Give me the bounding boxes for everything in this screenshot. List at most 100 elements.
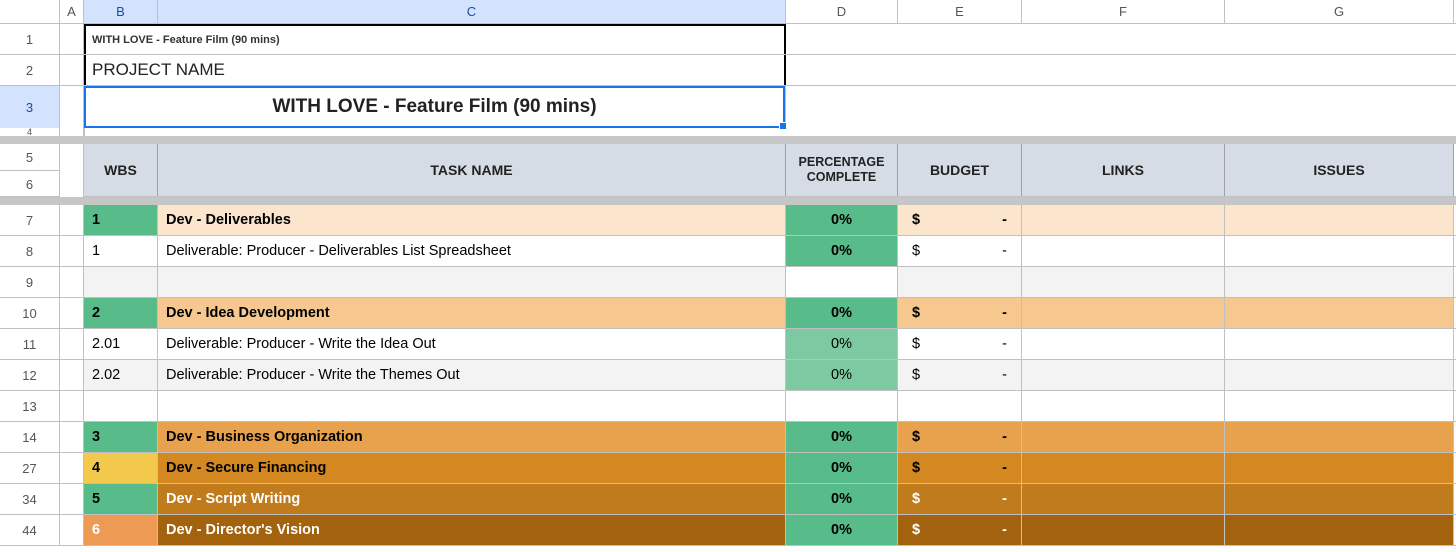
cell-wbs-13[interactable] — [84, 391, 158, 421]
cell-budget-10[interactable]: $- — [898, 298, 1022, 328]
cell-a10[interactable] — [60, 298, 84, 328]
selection-handle[interactable] — [779, 122, 787, 130]
cell-issues-27[interactable] — [1225, 453, 1454, 483]
cell-a56[interactable] — [60, 144, 84, 197]
row-header-14[interactable]: 14 — [0, 422, 60, 452]
cell-task-8[interactable]: Deliverable: Producer - Deliverables Lis… — [158, 236, 786, 266]
column-header-g[interactable]: G — [1225, 0, 1454, 23]
cell-task-44[interactable]: Dev - Director's Vision — [158, 515, 786, 545]
active-cell[interactable]: WITH LOVE - Feature Film (90 mins) — [84, 86, 785, 128]
cells-d-g-2[interactable] — [786, 55, 1456, 85]
cell-pct-11[interactable]: 0% — [786, 329, 898, 359]
row-header-11[interactable]: 11 — [0, 329, 60, 359]
cell-links-7[interactable] — [1022, 205, 1225, 235]
cell-a14[interactable] — [60, 422, 84, 452]
cell-a13[interactable] — [60, 391, 84, 421]
cell-issues-9[interactable] — [1225, 267, 1454, 297]
row-header-4[interactable]: 4 — [0, 128, 60, 136]
cell-pct-14[interactable]: 0% — [786, 422, 898, 452]
cell-wbs-34[interactable]: 5 — [84, 484, 158, 514]
cell-budget-14[interactable]: $- — [898, 422, 1022, 452]
cell-bc1[interactable]: WITH LOVE - Feature Film (90 mins) — [84, 24, 786, 54]
cell-issues-44[interactable] — [1225, 515, 1454, 545]
cell-task-14[interactable]: Dev - Business Organization — [158, 422, 786, 452]
cell-issues-13[interactable] — [1225, 391, 1454, 421]
select-all-corner[interactable] — [0, 0, 60, 23]
cell-pct-9[interactable] — [786, 267, 898, 297]
cell-a9[interactable] — [60, 267, 84, 297]
cell-issues-10[interactable] — [1225, 298, 1454, 328]
cell-issues-8[interactable] — [1225, 236, 1454, 266]
cell-wbs-8[interactable]: 1 — [84, 236, 158, 266]
cells-b-g-4[interactable] — [84, 128, 1456, 136]
cell-links-8[interactable] — [1022, 236, 1225, 266]
cell-task-11[interactable]: Deliverable: Producer - Write the Idea O… — [158, 329, 786, 359]
cell-pct-7[interactable]: 0% — [786, 205, 898, 235]
column-header-e[interactable]: E — [898, 0, 1022, 23]
cell-budget-9[interactable] — [898, 267, 1022, 297]
cell-budget-12[interactable]: $- — [898, 360, 1022, 390]
row-header-10[interactable]: 10 — [0, 298, 60, 328]
row-header-9[interactable]: 9 — [0, 267, 60, 297]
header-wbs[interactable]: WBS — [84, 144, 158, 196]
cell-budget-11[interactable]: $- — [898, 329, 1022, 359]
row-header-13[interactable]: 13 — [0, 391, 60, 421]
cell-links-9[interactable] — [1022, 267, 1225, 297]
cell-issues-14[interactable] — [1225, 422, 1454, 452]
cell-links-12[interactable] — [1022, 360, 1225, 390]
cell-a3[interactable] — [60, 86, 84, 128]
row-header-2[interactable]: 2 — [0, 55, 60, 85]
cell-budget-27[interactable]: $- — [898, 453, 1022, 483]
header-task[interactable]: TASK NAME — [158, 144, 786, 196]
cell-links-13[interactable] — [1022, 391, 1225, 421]
row-header-5[interactable]: 5 — [0, 144, 59, 171]
cell-wbs-10[interactable]: 2 — [84, 298, 158, 328]
cell-budget-13[interactable] — [898, 391, 1022, 421]
cell-a34[interactable] — [60, 484, 84, 514]
cell-a27[interactable] — [60, 453, 84, 483]
row-header-34[interactable]: 34 — [0, 484, 60, 514]
cell-bc3[interactable]: WITH LOVE - Feature Film (90 mins) — [84, 86, 786, 128]
column-header-d[interactable]: D — [786, 0, 898, 23]
cell-links-34[interactable] — [1022, 484, 1225, 514]
cell-links-14[interactable] — [1022, 422, 1225, 452]
header-issues[interactable]: ISSUES — [1225, 144, 1454, 196]
row-header-7[interactable]: 7 — [0, 205, 60, 235]
cell-a1[interactable] — [60, 24, 84, 54]
cell-wbs-27[interactable]: 4 — [84, 453, 158, 483]
header-budget[interactable]: BUDGET — [898, 144, 1022, 196]
column-header-a[interactable]: A — [60, 0, 84, 23]
cells-d-g-1[interactable] — [786, 24, 1456, 54]
row-header-12[interactable]: 12 — [0, 360, 60, 390]
cell-wbs-12[interactable]: 2.02 — [84, 360, 158, 390]
cell-issues-11[interactable] — [1225, 329, 1454, 359]
cell-budget-34[interactable]: $- — [898, 484, 1022, 514]
row-header-3[interactable]: 3 — [0, 86, 60, 128]
cell-pct-10[interactable]: 0% — [786, 298, 898, 328]
cell-a4[interactable] — [60, 128, 84, 136]
cell-task-12[interactable]: Deliverable: Producer - Write the Themes… — [158, 360, 786, 390]
cell-a8[interactable] — [60, 236, 84, 266]
row-header-44[interactable]: 44 — [0, 515, 60, 545]
cell-a44[interactable] — [60, 515, 84, 545]
cell-a2[interactable] — [60, 55, 84, 85]
cell-pct-27[interactable]: 0% — [786, 453, 898, 483]
cell-issues-12[interactable] — [1225, 360, 1454, 390]
cell-wbs-44[interactable]: 6 — [84, 515, 158, 545]
cell-wbs-11[interactable]: 2.01 — [84, 329, 158, 359]
cell-links-27[interactable] — [1022, 453, 1225, 483]
cell-task-27[interactable]: Dev - Secure Financing — [158, 453, 786, 483]
cell-budget-44[interactable]: $- — [898, 515, 1022, 545]
cell-pct-12[interactable]: 0% — [786, 360, 898, 390]
cell-task-9[interactable] — [158, 267, 786, 297]
header-percentage[interactable]: PERCENTAGE COMPLETE — [786, 144, 898, 196]
cell-links-11[interactable] — [1022, 329, 1225, 359]
cell-pct-44[interactable]: 0% — [786, 515, 898, 545]
cell-task-34[interactable]: Dev - Script Writing — [158, 484, 786, 514]
cell-a11[interactable] — [60, 329, 84, 359]
row-header-27[interactable]: 27 — [0, 453, 60, 483]
column-header-b[interactable]: B — [84, 0, 158, 23]
cells-d-g-3[interactable] — [786, 86, 1456, 128]
row-header-1[interactable]: 1 — [0, 24, 60, 54]
cell-task-10[interactable]: Dev - Idea Development — [158, 298, 786, 328]
